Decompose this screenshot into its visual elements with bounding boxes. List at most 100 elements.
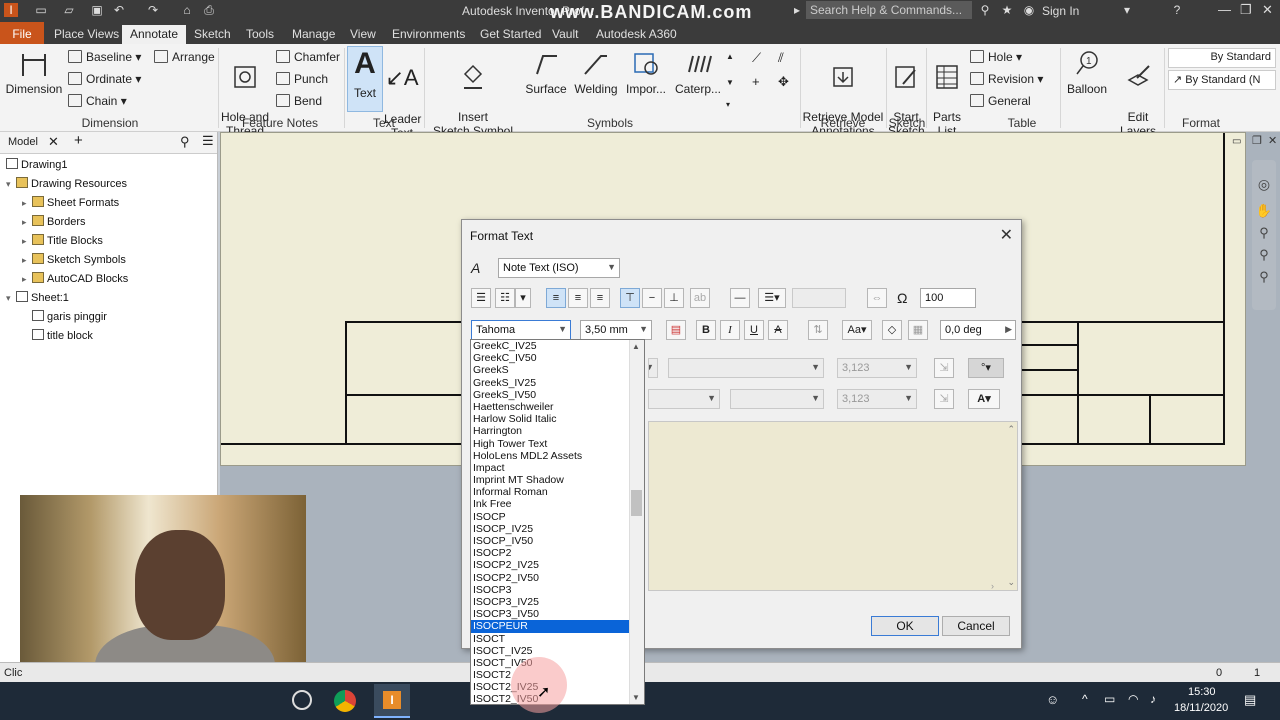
chevron-down-icon[interactable]: ▾ <box>1120 3 1134 17</box>
tree-item-autocad-blocks[interactable]: ▸ AutoCAD Blocks <box>22 272 128 285</box>
font-list-item[interactable]: GreekC_IV25 <box>471 340 629 352</box>
tree-item-title-block[interactable]: title block <box>32 329 93 342</box>
strikethrough-button[interactable]: A <box>768 320 788 340</box>
tab-autodesk-a360[interactable]: Autodesk A360 <box>588 25 685 44</box>
balloon-button[interactable]: 1 Balloon <box>1064 48 1110 96</box>
home-icon[interactable]: ⌂ <box>180 3 194 17</box>
font-list-item[interactable]: GreekC_IV50 <box>471 352 629 364</box>
save-icon[interactable]: ▣ <box>90 3 104 17</box>
close-icon[interactable]: ✕ <box>48 134 59 150</box>
tray-chevron-icon[interactable]: ^ <box>1082 692 1088 706</box>
font-dropdown[interactable]: Tahoma ▼ <box>471 320 571 340</box>
font-list-item[interactable]: ISOCP2_IV50 <box>471 572 629 584</box>
undo-icon[interactable]: ↶ <box>112 3 126 17</box>
revision-table-button[interactable]: Revision ▾ <box>970 72 1043 86</box>
align-left-button[interactable]: ≡ <box>546 288 566 308</box>
bend-button[interactable]: Bend <box>276 94 322 108</box>
tree-item-sketch-symbols[interactable]: ▸ Sketch Symbols <box>22 253 126 266</box>
font-list-item[interactable]: ISOCP3_IV25 <box>471 596 629 608</box>
font-list-item[interactable]: ISOCP_IV50 <box>471 535 629 547</box>
people-icon[interactable]: ☺ <box>1046 692 1059 707</box>
expand-icon[interactable]: ▸ <box>22 255 32 266</box>
line-spacing-button[interactable]: ☰▾ <box>758 288 786 308</box>
tree-item-title-blocks[interactable]: ▸ Title Blocks <box>22 234 103 247</box>
tree-item-drawing-resources[interactable]: ▾ Drawing Resources <box>6 177 127 190</box>
navigation-bar[interactable]: ◎ ✋ ⚲ ⚲ ⚲ <box>1252 160 1276 310</box>
star-icon[interactable]: ★ <box>1000 3 1014 17</box>
hole-table-button[interactable]: Hole ▾ <box>970 50 1022 64</box>
close-window-icon[interactable]: ✕ <box>1262 2 1273 18</box>
expand-icon[interactable]: ▾ <box>6 179 16 190</box>
underline-button[interactable]: U <box>744 320 764 340</box>
valign-bottom-button[interactable]: ⊥ <box>664 288 684 308</box>
gallery-expand-icon[interactable]: ▾ <box>726 100 730 109</box>
tab-view[interactable]: View <box>342 25 384 44</box>
scroll-down-icon[interactable]: ▼ <box>632 693 640 702</box>
clock-date[interactable]: 18/11/2020 <box>1174 702 1228 714</box>
binoculars-icon[interactable]: ⚲ <box>978 3 992 17</box>
cortana-icon[interactable] <box>292 690 312 710</box>
text-case-dropdown-button[interactable]: A▾ <box>968 389 1000 409</box>
align-center-button[interactable]: ≡ <box>568 288 588 308</box>
chrome-icon[interactable] <box>334 690 356 712</box>
font-list-item[interactable]: Harrington <box>471 425 629 437</box>
ordinate-button[interactable]: Ordinate ▾ <box>68 72 141 86</box>
help-search-input[interactable]: Search Help & Commands... <box>806 1 972 19</box>
font-list-item[interactable]: GreekS <box>471 364 629 376</box>
tree-item-borders[interactable]: ▸ Borders <box>22 215 86 228</box>
parts-list-button[interactable]: Parts List <box>928 48 966 138</box>
hscroll-right-icon[interactable]: › <box>991 581 994 591</box>
font-list-item[interactable]: HoloLens MDL2 Assets <box>471 450 629 462</box>
open-icon[interactable]: ▱ <box>62 3 76 17</box>
rotation-input[interactable]: 0,0 deg ▶ <box>940 320 1016 340</box>
tab-environments[interactable]: Environments <box>384 25 473 44</box>
text-button[interactable]: A Text <box>347 48 383 101</box>
font-list-item[interactable]: Impact <box>471 462 629 474</box>
tab-annotate[interactable]: Annotate <box>122 25 187 44</box>
cancel-button[interactable]: Cancel <box>942 616 1010 636</box>
scroll-down-icon[interactable]: ⌄ <box>1007 577 1015 588</box>
italic-button[interactable]: I <box>720 320 740 340</box>
battery-icon[interactable]: ▭ <box>1104 692 1115 706</box>
print-icon[interactable]: ⎙ <box>202 3 216 17</box>
clear-format-button[interactable]: ◇ <box>882 320 902 340</box>
tab-manage[interactable]: Manage <box>284 25 343 44</box>
font-list-scrollbar[interactable]: ▲ ▼ <box>629 340 644 704</box>
centerline-icon[interactable]: ⟋ <box>752 50 761 66</box>
valign-top-button[interactable]: ⊤ <box>620 288 640 308</box>
font-list-item[interactable]: ISOCP3 <box>471 584 629 596</box>
font-list-item[interactable]: ISOCP3_IV50 <box>471 608 629 620</box>
caterpillar-button[interactable]: Caterp... <box>674 48 722 96</box>
tab-tools[interactable]: Tools <box>238 25 282 44</box>
valign-middle-button[interactable]: − <box>642 288 662 308</box>
edit-layers-button[interactable]: Edit Layers <box>1116 48 1160 138</box>
font-list-item[interactable]: Ink Free <box>471 498 629 510</box>
scroll-up-icon[interactable]: ⌃ <box>1007 424 1015 435</box>
font-list-item[interactable]: Informal Roman <box>471 486 629 498</box>
user-icon[interactable]: ◉ <box>1022 3 1036 17</box>
numbering-button[interactable]: ☷ <box>495 288 515 308</box>
pan-icon[interactable]: ✋ <box>1252 203 1276 219</box>
arrange-button[interactable]: Arrange <box>154 50 215 64</box>
style-dropdown[interactable]: By Standard <box>1168 48 1276 68</box>
close-icon[interactable]: ✕ <box>1268 134 1277 147</box>
stack-button[interactable]: ab <box>690 288 710 308</box>
tree-item-sheet-formats[interactable]: ▸ Sheet Formats <box>22 196 119 209</box>
font-dropdown-list[interactable]: GreekC_IV25 GreekC_IV50 GreekS GreekS_IV25 G… <box>470 339 645 705</box>
font-list-item[interactable]: GreekS_IV25 <box>471 377 629 389</box>
redo-icon[interactable]: ↷ <box>146 3 160 17</box>
add-tab-icon[interactable]: + <box>74 132 83 149</box>
import-button[interactable]: Impor... <box>624 48 668 96</box>
scrollbar-thumb[interactable] <box>631 490 642 516</box>
close-icon[interactable]: ✕ <box>1000 225 1013 245</box>
center-mark-icon[interactable]: + <box>752 74 760 89</box>
clock-time[interactable]: 15:30 <box>1188 686 1216 698</box>
expand-icon[interactable]: ▾ <box>6 293 16 304</box>
gallery-scroll-up-icon[interactable]: ▲ <box>726 52 734 61</box>
case-button[interactable]: Aa▾ <box>842 320 872 340</box>
sign-in-link[interactable]: Sign In <box>1042 4 1079 18</box>
tab-place-views[interactable]: Place Views <box>46 25 127 44</box>
font-size-dropdown[interactable]: 3,50 mm ▼ <box>580 320 652 340</box>
expand-icon[interactable]: ▸ <box>22 274 32 285</box>
zoom-icon[interactable]: ⚲ <box>1252 225 1276 241</box>
